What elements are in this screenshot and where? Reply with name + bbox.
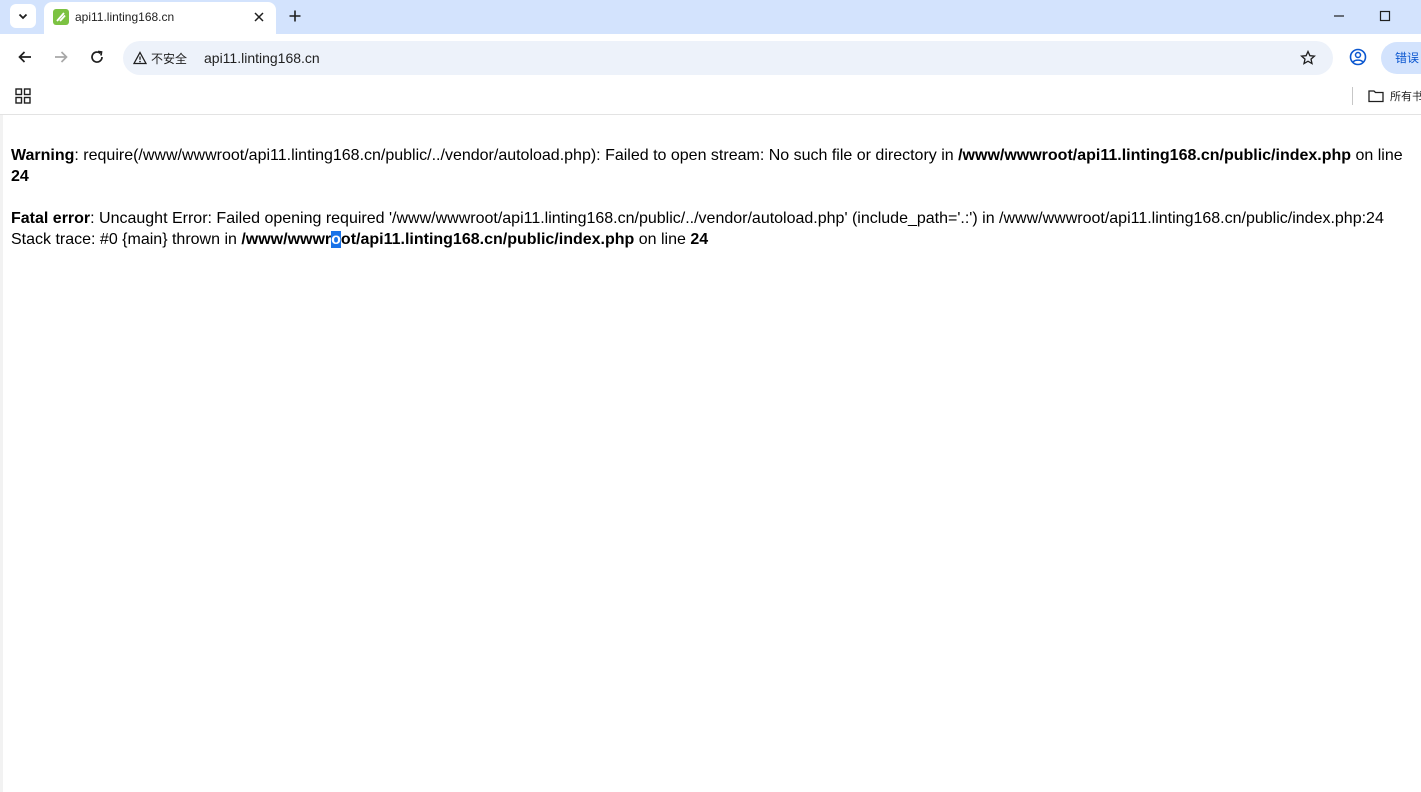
maximize-icon — [1379, 10, 1391, 22]
fatal-line-number: 24 — [690, 231, 709, 248]
fatal-file-end: ot/api11.linting168.cn/public/index.php — [340, 231, 635, 248]
forward-arrow-icon — [55, 51, 68, 63]
reload-icon — [91, 50, 103, 63]
site-favicon-icon — [53, 9, 69, 25]
page-content: Warning: require(/www/wwwroot/api11.lint… — [11, 145, 1411, 271]
warning-label: Warning — [11, 147, 75, 164]
warning-message: : require(/www/wwwroot/api11.linting168.… — [74, 147, 959, 164]
security-label: 不安全 — [151, 51, 188, 66]
bookmark-folder-label: 所有书签 — [1390, 90, 1421, 103]
apps-grid-icon[interactable] — [14, 87, 32, 105]
tab-title: api11.linting168.cn — [75, 10, 175, 24]
text-selection: o — [331, 231, 341, 248]
fatal-file-start: /www/wwwr — [241, 231, 332, 248]
warning-line-number: 24 — [11, 168, 29, 185]
reload-button[interactable] — [85, 45, 109, 69]
plus-icon — [289, 10, 301, 22]
folder-icon — [1368, 90, 1384, 103]
error-chip-button[interactable]: 错误 — [1381, 42, 1421, 74]
bookmarks-bar: 所有书签 — [0, 80, 1421, 115]
fatal-file: /www/wwwroot/api11.linting168.cn/public/… — [241, 231, 634, 248]
browser-tab[interactable]: api11.linting168.cn — [44, 2, 276, 34]
account-circle-icon — [1349, 48, 1367, 66]
warning-triangle-icon — [133, 51, 147, 65]
window-left-edge — [0, 115, 3, 792]
php-warning: Warning: require(/www/wwwroot/api11.lint… — [11, 145, 1411, 187]
close-icon — [254, 12, 264, 22]
warning-on-line: on line — [1351, 147, 1403, 164]
window-minimize-button[interactable] — [1328, 6, 1350, 26]
minimize-icon — [1334, 15, 1344, 17]
fatal-on-line: on line — [634, 231, 691, 248]
window-maximize-button[interactable] — [1374, 6, 1396, 26]
tab-strip: api11.linting168.cn — [0, 0, 1421, 34]
address-bar[interactable]: 不安全 api11.linting168.cn — [123, 41, 1333, 75]
php-fatal-error: Fatal error: Uncaught Error: Failed open… — [11, 208, 1411, 250]
chevron-down-icon — [18, 13, 28, 20]
profile-button[interactable] — [1347, 46, 1369, 68]
back-arrow-icon — [18, 51, 31, 63]
all-bookmarks-folder[interactable]: 所有书签 — [1368, 88, 1421, 104]
tab-close-button[interactable] — [250, 8, 268, 26]
forward-button[interactable] — [49, 45, 73, 69]
security-indicator[interactable]: 不安全 — [129, 46, 193, 70]
tab-search-button[interactable] — [10, 4, 36, 28]
fatal-label: Fatal error — [11, 210, 91, 227]
url-text[interactable]: api11.linting168.cn — [204, 50, 320, 66]
browser-toolbar: 不安全 api11.linting168.cn 错误 — [0, 34, 1421, 80]
bookmark-star-button[interactable] — [1298, 48, 1318, 68]
star-icon — [1300, 50, 1316, 65]
back-button[interactable] — [13, 45, 37, 69]
bookmarks-divider — [1352, 87, 1353, 105]
warning-file: /www/wwwroot/api11.linting168.cn/public/… — [958, 147, 1352, 164]
new-tab-button[interactable] — [284, 5, 306, 27]
